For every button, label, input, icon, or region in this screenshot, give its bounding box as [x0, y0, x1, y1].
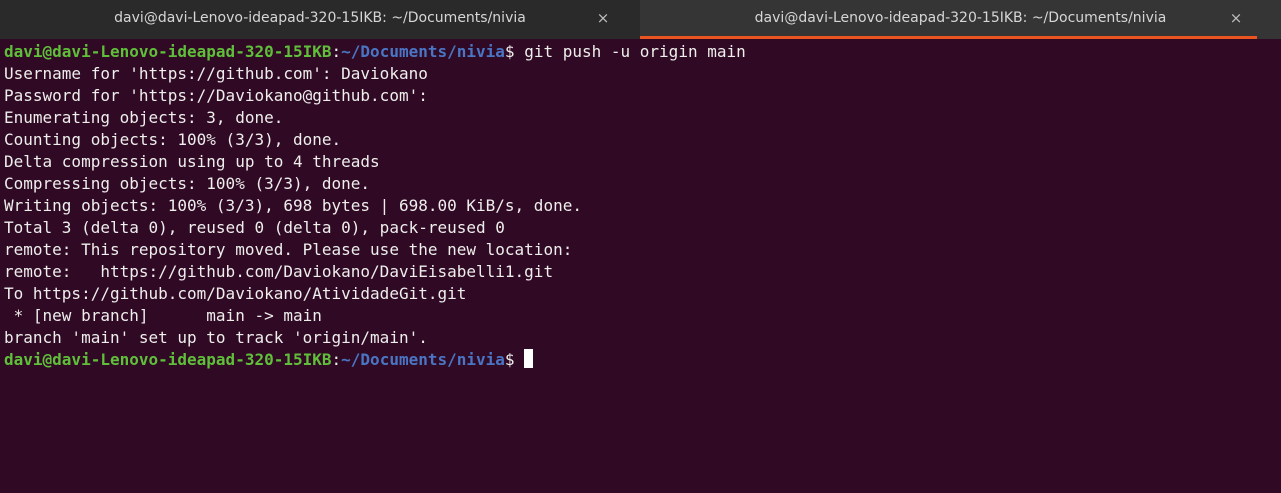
- tab-terminal-1[interactable]: davi@davi-Lenovo-ideapad-320-15IKB: ~/Do…: [0, 0, 640, 39]
- prompt-symbol: $: [504, 42, 525, 61]
- output-line: remote: https://github.com/Daviokano/Dav…: [4, 262, 554, 281]
- command-text: git push -u origin main: [524, 42, 746, 61]
- prompt-separator: :: [331, 42, 342, 61]
- output-line: * [new branch] main -> main: [4, 306, 322, 325]
- output-line: To https://github.com/Daviokano/Atividad…: [4, 284, 467, 303]
- output-line: Username for 'https://github.com': Davio…: [4, 64, 428, 83]
- tab-title: davi@davi-Lenovo-ideapad-320-15IKB: ~/Do…: [114, 10, 526, 26]
- prompt-symbol: $: [504, 350, 525, 369]
- tab-bar: davi@davi-Lenovo-ideapad-320-15IKB: ~/Do…: [0, 0, 1281, 39]
- output-line: Delta compression using up to 4 threads: [4, 152, 380, 171]
- output-line: branch 'main' set up to track 'origin/ma…: [4, 328, 428, 347]
- current-prompt-line[interactable]: davi@davi-Lenovo-ideapad-320-15IKB:~/Doc…: [4, 349, 1281, 371]
- output-line: Counting objects: 100% (3/3), done.: [4, 130, 342, 149]
- prompt-path: ~/Documents/nivia: [341, 42, 505, 61]
- prompt-user-host: davi@davi-Lenovo-ideapad-320-15IKB: [4, 350, 332, 369]
- prompt-path: ~/Documents/nivia: [341, 350, 505, 369]
- close-icon[interactable]: ×: [1229, 9, 1243, 27]
- output-line: Compressing objects: 100% (3/3), done.: [4, 174, 371, 193]
- prompt-separator: :: [331, 350, 342, 369]
- output-line: Enumerating objects: 3, done.: [4, 108, 284, 127]
- tab-title: davi@davi-Lenovo-ideapad-320-15IKB: ~/Do…: [754, 10, 1167, 26]
- output-line: remote: This repository moved. Please us…: [4, 240, 573, 259]
- output-line: Total 3 (delta 0), reused 0 (delta 0), p…: [4, 218, 505, 237]
- output-line: Password for 'https://Daviokano@github.c…: [4, 86, 438, 105]
- output-line: Writing objects: 100% (3/3), 698 bytes |…: [4, 196, 582, 215]
- text-cursor: [524, 349, 534, 368]
- tab-terminal-2[interactable]: davi@davi-Lenovo-ideapad-320-15IKB: ~/Do…: [640, 0, 1281, 39]
- close-icon[interactable]: ×: [596, 9, 610, 27]
- terminal-output[interactable]: davi@davi-Lenovo-ideapad-320-15IKB:~/Doc…: [0, 39, 1281, 493]
- command-line: davi@davi-Lenovo-ideapad-320-15IKB:~/Doc…: [4, 41, 1281, 63]
- prompt-user-host: davi@davi-Lenovo-ideapad-320-15IKB: [4, 42, 332, 61]
